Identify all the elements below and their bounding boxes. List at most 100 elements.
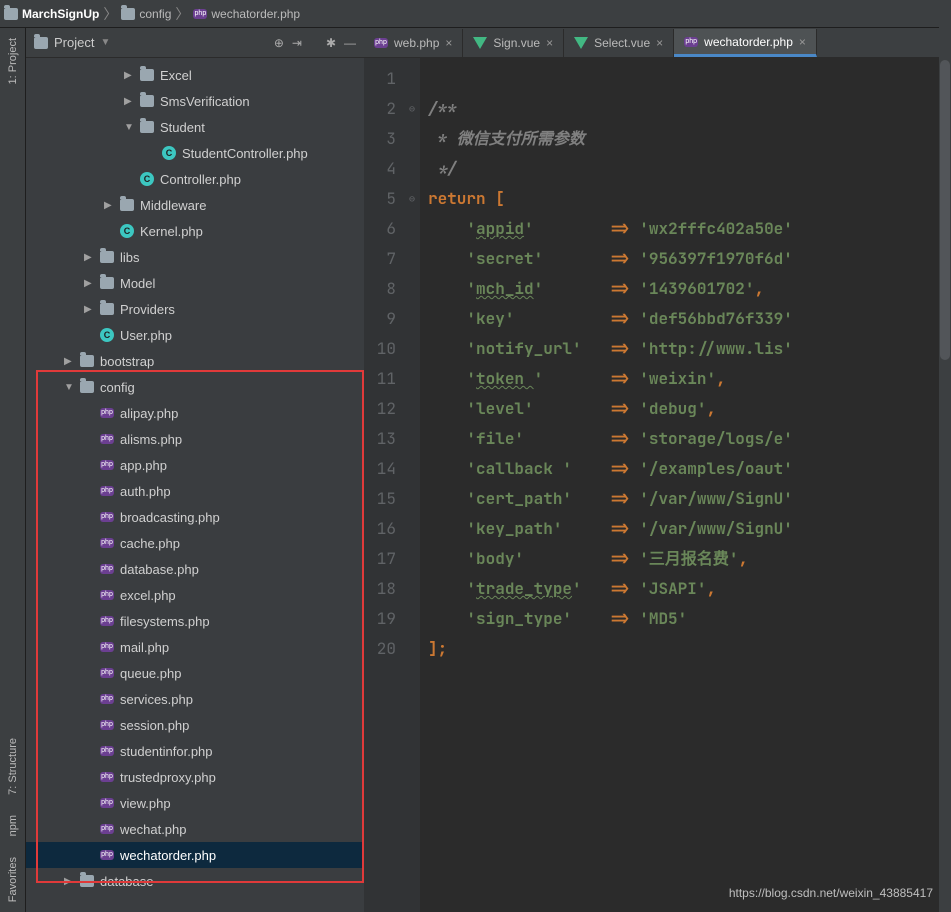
tree-arrow-icon[interactable] [124, 122, 134, 133]
tree-item[interactable]: database [26, 868, 364, 894]
editor-tab[interactable]: web.php× [364, 29, 463, 57]
tree-item[interactable]: studentinfor.php [26, 738, 364, 764]
close-icon[interactable]: × [656, 36, 663, 50]
php-icon [100, 746, 114, 756]
tree-arrow-icon[interactable] [124, 70, 134, 81]
tree-item[interactable]: trustedproxy.php [26, 764, 364, 790]
class-icon [162, 146, 176, 160]
tree-item[interactable]: auth.php [26, 478, 364, 504]
tree-arrow-icon[interactable] [84, 252, 94, 263]
gear-icon[interactable]: ✱ [326, 36, 336, 50]
tree-item[interactable]: excel.php [26, 582, 364, 608]
tree-item[interactable]: Kernel.php [26, 218, 364, 244]
tree-arrow-icon[interactable] [124, 96, 134, 107]
hide-icon[interactable]: — [344, 36, 356, 50]
project-tool-tab[interactable]: 1: Project [7, 28, 19, 94]
folder-icon [80, 875, 94, 887]
scrollbar-thumb[interactable] [940, 60, 950, 360]
tab-label: wechatorder.php [704, 35, 793, 49]
tree-item[interactable]: bootstrap [26, 348, 364, 374]
tree-item-label: Controller.php [160, 172, 241, 187]
folder-icon [121, 8, 135, 20]
structure-tool-tab[interactable]: 7: Structure [7, 728, 19, 805]
folder-icon [100, 251, 114, 263]
tree-arrow-icon[interactable] [64, 356, 74, 367]
tree-item[interactable]: alipay.php [26, 400, 364, 426]
code-editor[interactable]: 1234567891011121314151617181920 ⊖⊖ /** *… [364, 58, 951, 912]
tree-item[interactable]: app.php [26, 452, 364, 478]
tree-arrow-icon[interactable] [64, 382, 74, 393]
line-number-gutter: 1234567891011121314151617181920 [364, 58, 404, 912]
php-icon [100, 720, 114, 730]
tree-item-label: SmsVerification [160, 94, 250, 109]
tree-item-label: view.php [120, 796, 171, 811]
tree-item-label: cache.php [120, 536, 180, 551]
fold-gutter[interactable]: ⊖⊖ [404, 58, 420, 912]
tree-item[interactable]: mail.php [26, 634, 364, 660]
tree-item[interactable]: wechat.php [26, 816, 364, 842]
close-icon[interactable]: × [445, 36, 452, 50]
editor-tab[interactable]: wechatorder.php × [674, 29, 817, 57]
close-icon[interactable]: × [799, 35, 806, 49]
breadcrumb-item[interactable]: config [121, 7, 171, 21]
tree-arrow-icon[interactable] [104, 200, 114, 211]
tree-item[interactable]: Student [26, 114, 364, 140]
tree-item[interactable]: libs [26, 244, 364, 270]
project-tree[interactable]: Excel SmsVerification Student StudentContro… [26, 58, 364, 912]
chevron-down-icon[interactable]: ▼ [100, 37, 110, 48]
tree-arrow-icon[interactable] [84, 278, 94, 289]
tree-item[interactable]: config [26, 374, 364, 400]
tree-item[interactable]: Providers [26, 296, 364, 322]
class-icon [120, 224, 134, 238]
tree-item[interactable]: services.php [26, 686, 364, 712]
tree-item[interactable]: wechatorder.php [26, 842, 364, 868]
breadcrumb-separator: 〉 [175, 4, 189, 24]
php-icon [100, 616, 114, 626]
tree-item[interactable]: Controller.php [26, 166, 364, 192]
tree-item-label: Student [160, 120, 205, 135]
tree-item-label: bootstrap [100, 354, 154, 369]
php-icon [100, 798, 114, 808]
tree-item[interactable]: Middleware [26, 192, 364, 218]
tree-item-label: wechat.php [120, 822, 187, 837]
php-icon [193, 9, 207, 19]
editor-scrollbar[interactable] [939, 0, 951, 912]
tree-item[interactable]: database.php [26, 556, 364, 582]
code-content[interactable]: /** * 微信支付所需参数 */ return [ 'appid' => 'w… [420, 58, 951, 912]
tree-item-label: database.php [120, 562, 199, 577]
folder-icon [140, 69, 154, 81]
tree-item[interactable]: broadcasting.php [26, 504, 364, 530]
favorites-tool-tab[interactable]: Favorites [7, 847, 19, 912]
php-icon [374, 38, 388, 48]
close-icon[interactable]: × [546, 36, 553, 50]
breadcrumb-separator: 〉 [103, 4, 117, 24]
tree-item[interactable]: Model [26, 270, 364, 296]
editor-tab[interactable]: Select.vue× [564, 29, 674, 57]
collapse-icon[interactable]: ⇥ [292, 36, 302, 50]
tree-item[interactable]: Excel [26, 62, 364, 88]
breadcrumb-item[interactable]: wechatorder.php [193, 7, 300, 21]
tree-arrow-icon[interactable] [84, 304, 94, 315]
tree-item[interactable]: filesystems.php [26, 608, 364, 634]
tree-item-label: queue.php [120, 666, 181, 681]
tree-item[interactable]: view.php [26, 790, 364, 816]
tree-item[interactable]: queue.php [26, 660, 364, 686]
tree-item[interactable]: User.php [26, 322, 364, 348]
tree-item[interactable]: cache.php [26, 530, 364, 556]
tree-item[interactable]: StudentController.php [26, 140, 364, 166]
locate-icon[interactable]: ⊕ [274, 36, 284, 50]
php-icon [100, 538, 114, 548]
tree-item-label: session.php [120, 718, 189, 733]
tree-item[interactable]: session.php [26, 712, 364, 738]
tree-item-label: alisms.php [120, 432, 182, 447]
project-panel-header: Project ▼ ⊕ ⇥ ✱ — [26, 28, 364, 58]
breadcrumb-item[interactable]: MarchSignUp [4, 7, 99, 21]
editor-tab[interactable]: Sign.vue× [463, 29, 564, 57]
tree-item[interactable]: SmsVerification [26, 88, 364, 114]
editor-area: web.php×Sign.vue×Select.vue×wechatorder.… [364, 28, 951, 912]
npm-tool-tab[interactable]: npm [7, 805, 19, 846]
tree-item[interactable]: alisms.php [26, 426, 364, 452]
folder-icon [140, 121, 154, 133]
tree-item-label: excel.php [120, 588, 176, 603]
tree-arrow-icon[interactable] [64, 876, 74, 887]
